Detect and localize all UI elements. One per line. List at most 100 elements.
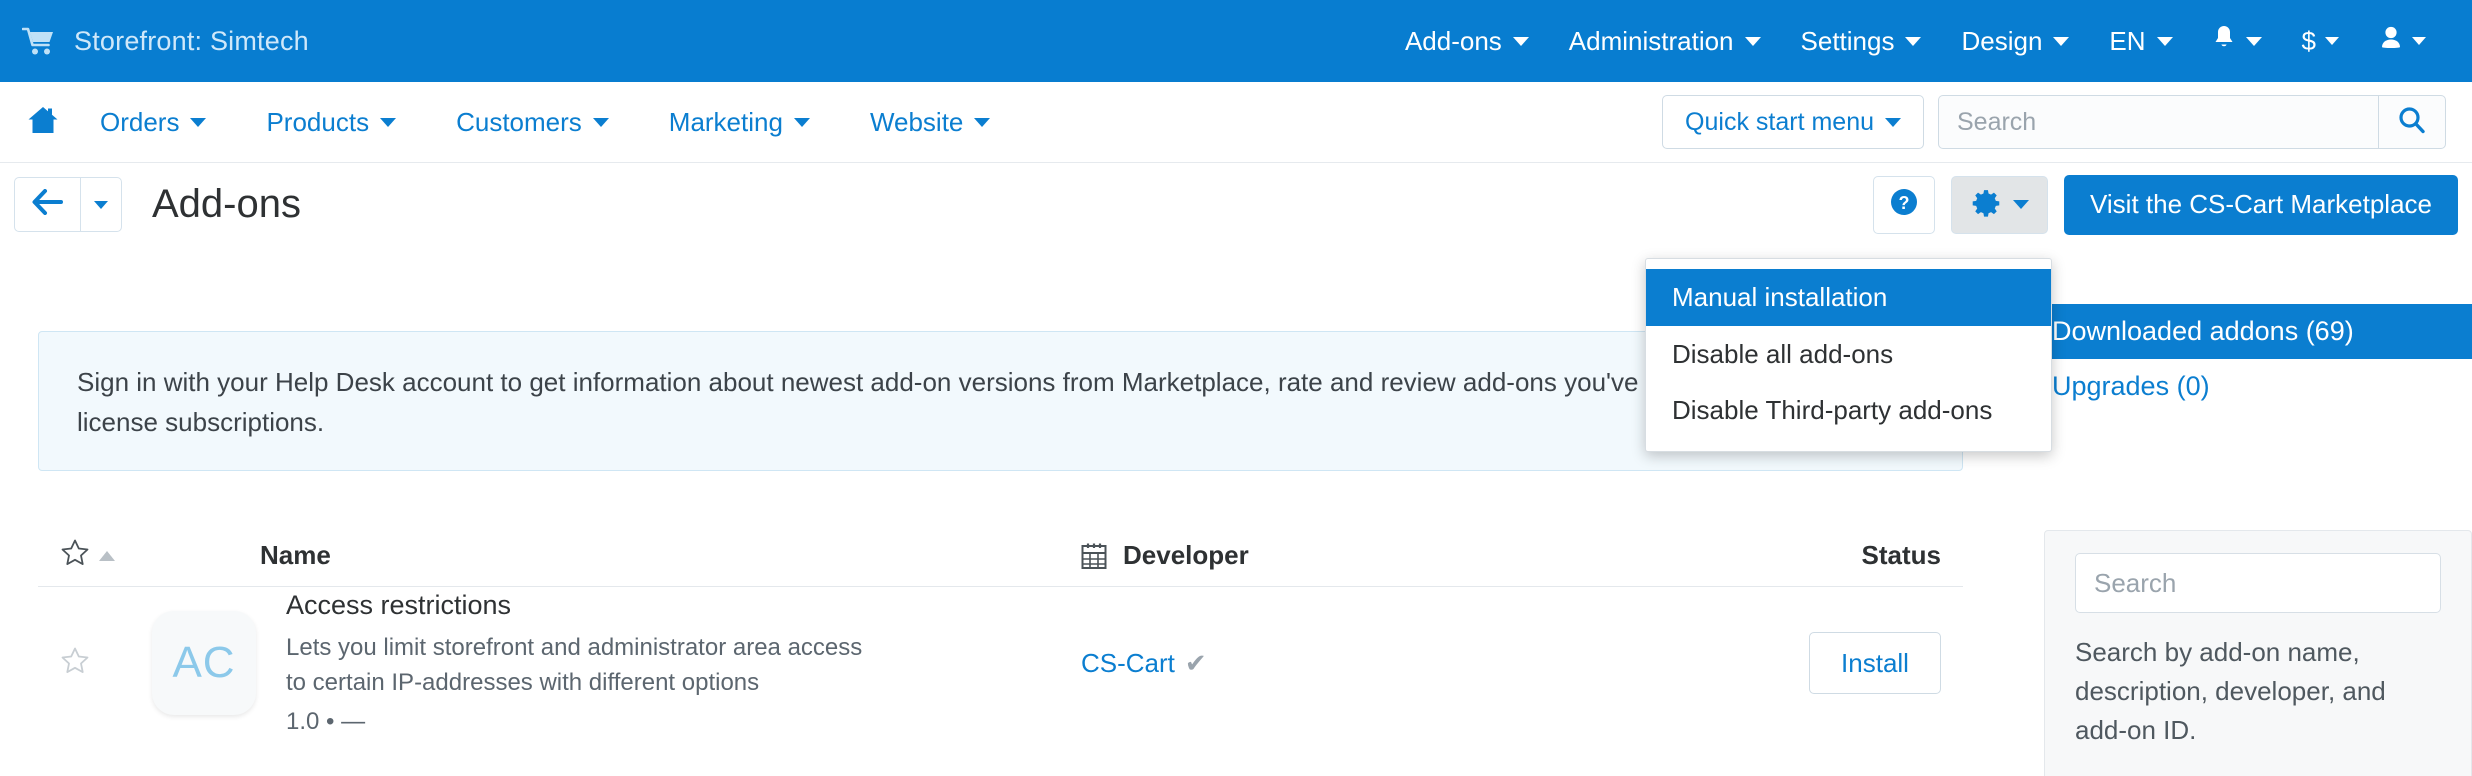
nav-item-label: Orders	[100, 106, 180, 137]
chevron-down-icon	[94, 200, 108, 209]
nav-item-marketing[interactable]: Marketing	[645, 107, 834, 138]
topbar-item-label: Administration	[1568, 25, 1734, 56]
storefront-brand[interactable]: Storefront: Simtech	[21, 25, 309, 57]
gear-icon	[1970, 186, 2002, 223]
star-icon	[60, 538, 90, 573]
page-header: Add-ons ? Visit the CS-Cart Marketplace	[0, 163, 2472, 246]
user-menu[interactable]	[2359, 25, 2446, 58]
quick-start-menu-button[interactable]: Quick start menu	[1662, 95, 1924, 149]
right-sidebar: Downloaded addons (69) Upgrades (0) Sear…	[2030, 258, 2472, 776]
addon-name[interactable]: Access restrictions	[286, 590, 886, 621]
topbar-item-language[interactable]: EN	[2089, 26, 2192, 57]
addon-status-cell: Install	[1641, 632, 1941, 694]
topbar-item-label: Design	[1961, 25, 2043, 56]
question-mark-icon: ?	[1889, 187, 1919, 222]
main-nav: Orders Products Customers Marketing Webs…	[0, 82, 2472, 163]
addons-table: Name Developer Status AC Access restrict…	[38, 525, 1963, 739]
menu-item-disable-third-party-addons[interactable]: Disable Third-party add-ons	[1646, 382, 2051, 439]
column-header-status: Status	[1861, 540, 1941, 570]
nav-item-label: Marketing	[668, 106, 783, 137]
chevron-down-icon	[2412, 37, 2426, 45]
chevron-down-icon	[2245, 36, 2262, 46]
bell-icon	[2213, 25, 2235, 58]
row-favorite-toggle[interactable]	[60, 646, 152, 681]
topbar-item-settings[interactable]: Settings	[1781, 26, 1942, 57]
admin-page: Storefront: Simtech Add-ons Administrati…	[0, 0, 2472, 776]
sidebar-item-label: Downloaded addons (69)	[2052, 316, 2354, 346]
arrow-left-icon	[32, 189, 64, 220]
column-header-developer-label: Developer	[1123, 540, 1249, 570]
topbar-item-administration[interactable]: Administration	[1549, 26, 1781, 57]
chevron-down-icon	[2156, 36, 2173, 46]
topbar-item-design[interactable]: Design	[1941, 26, 2089, 57]
nav-item-website[interactable]: Website	[846, 107, 1014, 138]
sidebar-tabs: Downloaded addons (69) Upgrades (0)	[2030, 304, 2472, 414]
main-nav-right: Quick start menu	[1662, 95, 2472, 149]
chevron-down-icon	[1885, 117, 1901, 127]
sidebar-search-panel: Search by add-on name, description, deve…	[2044, 530, 2472, 776]
chevron-down-icon	[1744, 36, 1761, 46]
sidebar-item-upgrades[interactable]: Upgrades (0)	[2030, 359, 2472, 414]
addon-info: Access restrictions Lets you limit store…	[286, 590, 886, 735]
settings-gear-button[interactable]	[1951, 175, 2049, 234]
chevron-down-icon	[380, 117, 397, 127]
chevron-down-icon	[793, 117, 810, 127]
sidebar-search-input[interactable]	[2075, 553, 2441, 613]
nav-home-button[interactable]	[22, 105, 64, 140]
help-button[interactable]: ?	[1873, 175, 1936, 234]
visit-marketplace-button[interactable]: Visit the CS-Cart Marketplace	[2064, 174, 2458, 235]
user-icon	[2379, 25, 2403, 58]
menu-item-label: Disable Third-party add-ons	[1672, 395, 1993, 425]
chevron-down-icon	[1512, 36, 1529, 46]
column-header-developer[interactable]: Developer	[1081, 540, 1641, 571]
addon-developer-link[interactable]: CS-Cart	[1081, 648, 1175, 679]
topbar-item-label: Settings	[1800, 25, 1895, 56]
chevron-down-icon	[190, 117, 207, 127]
star-outline-icon	[60, 646, 90, 681]
storefront-title: Storefront: Simtech	[74, 25, 309, 56]
search-input[interactable]	[1938, 95, 2378, 149]
page-header-actions: ? Visit the CS-Cart Marketplace	[1873, 174, 2472, 235]
nav-item-label: Website	[869, 106, 964, 137]
topbar-item-label: EN	[2109, 25, 2146, 56]
nav-item-orders[interactable]: Orders	[76, 107, 230, 138]
nav-item-products[interactable]: Products	[242, 107, 420, 138]
nav-item-label: Customers	[456, 106, 582, 137]
svg-text:?: ?	[1899, 193, 1910, 213]
addon-logo: AC	[152, 611, 256, 715]
topbar-item-addons[interactable]: Add-ons	[1385, 26, 1549, 57]
back-button[interactable]	[14, 177, 80, 232]
nav-item-label: Products	[266, 106, 370, 137]
column-header-name[interactable]: Name	[152, 540, 1081, 571]
addon-description: Lets you limit storefront and administra…	[286, 634, 863, 696]
menu-item-label: Disable all add-ons	[1672, 338, 1894, 369]
sort-ascending-icon	[99, 550, 115, 561]
column-header-favorite[interactable]	[60, 538, 152, 573]
check-icon: ✔	[1184, 647, 1207, 678]
install-button-label: Install	[1841, 647, 1909, 678]
shopping-cart-icon	[21, 26, 56, 56]
chevron-down-icon	[2053, 36, 2070, 46]
back-button-group	[14, 177, 122, 232]
gear-dropdown-menu: Manual installation Disable all add-ons …	[1645, 258, 2052, 452]
sidebar-item-downloaded-addons[interactable]: Downloaded addons (69)	[2030, 304, 2472, 359]
chevron-down-icon	[974, 117, 991, 127]
addon-main-cell: AC Access restrictions Lets you limit st…	[152, 590, 1081, 735]
home-icon	[27, 105, 59, 140]
global-search	[1938, 95, 2446, 149]
quick-start-menu-label: Quick start menu	[1685, 107, 1874, 136]
notifications-menu[interactable]	[2193, 25, 2282, 58]
menu-item-manual-installation[interactable]: Manual installation	[1646, 269, 2051, 326]
install-button[interactable]: Install	[1809, 632, 1941, 694]
addons-table-header: Name Developer Status	[38, 525, 1963, 587]
addon-logo-initials: AC	[172, 638, 236, 687]
menu-item-disable-all-addons[interactable]: Disable all add-ons	[1646, 326, 2051, 383]
addon-developer-cell: CS-Cart ✔	[1081, 648, 1641, 679]
calendar-icon	[1081, 542, 1107, 570]
currency-menu[interactable]: $	[2282, 26, 2359, 57]
back-history-dropdown[interactable]	[80, 177, 122, 232]
nav-item-customers[interactable]: Customers	[432, 107, 633, 138]
search-submit-button[interactable]	[2378, 95, 2446, 149]
topbar-item-label: Add-ons	[1404, 25, 1502, 56]
sidebar-search-hint: Search by add-on name, description, deve…	[2075, 637, 2386, 745]
